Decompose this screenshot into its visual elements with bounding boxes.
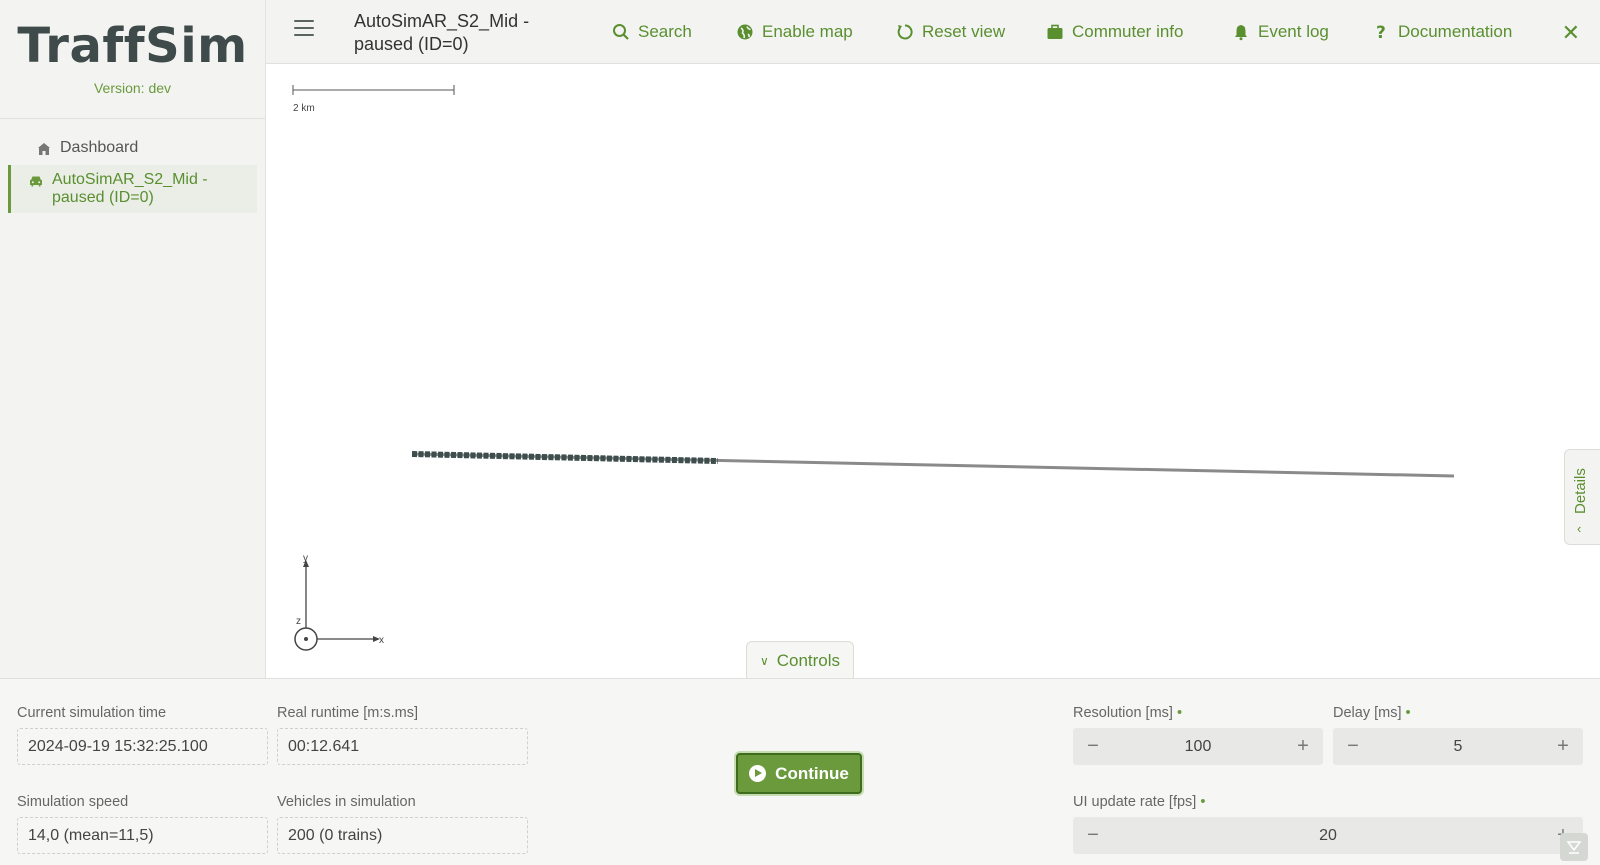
search-label: Search — [638, 22, 692, 41]
sim-speed-field: 14,0 (mean=11,5) — [17, 817, 268, 854]
search-icon — [613, 24, 629, 40]
page-title: AutoSimAR_S2_Mid - paused (ID=0) — [354, 11, 530, 54]
axis-z-label: z — [296, 616, 301, 627]
menu-toggle-icon[interactable] — [294, 20, 314, 42]
axes-indicator: y x z — [294, 553, 384, 651]
sidebar-nav: Dashboard AutoSimAR_S2_Mid - paused (ID=… — [0, 119, 265, 213]
home-icon — [38, 143, 50, 155]
vehicle-queue — [411, 451, 719, 464]
delay-input[interactable]: 5 — [1373, 738, 1543, 756]
required-dot: • — [1200, 794, 1206, 810]
event-log-button[interactable]: Event log — [1232, 22, 1329, 42]
reset-view-label: Reset view — [922, 22, 1006, 41]
real-runtime-label: Real runtime [m:s.ms] — [277, 705, 418, 721]
ui-rate-decrement-button[interactable]: − — [1073, 824, 1113, 847]
resolution-increment-button[interactable]: + — [1283, 735, 1323, 758]
event-log-label: Event log — [1258, 22, 1329, 41]
scale-label: 2 km — [293, 103, 315, 114]
resolution-input[interactable]: 100 — [1113, 738, 1283, 756]
ui-rate-label: UI update rate [fps] • — [1073, 794, 1205, 810]
chevron-left-icon: ‹ — [1577, 521, 1582, 536]
sidebar-item-simulation[interactable]: AutoSimAR_S2_Mid - paused (ID=0) — [8, 165, 257, 213]
resolution-stepper: − 100 + — [1073, 728, 1323, 765]
chevron-down-icon: ∨ — [759, 653, 769, 668]
documentation-label: Documentation — [1398, 22, 1513, 41]
required-dot: • — [1405, 705, 1411, 721]
current-time-label: Current simulation time — [17, 705, 167, 721]
commuter-info-button[interactable]: Commuter info — [1046, 22, 1183, 42]
download-icon[interactable] — [1560, 833, 1588, 861]
svg-text:?: ? — [1376, 23, 1386, 41]
enable-map-button[interactable]: Enable map — [736, 22, 853, 42]
ui-rate-input[interactable]: 20 — [1113, 827, 1543, 845]
search-button[interactable]: Search — [612, 22, 692, 42]
resolution-label-text: Resolution [ms] — [1073, 705, 1173, 721]
vehicles-label: Vehicles in simulation — [277, 794, 416, 810]
sidebar-item-dashboard[interactable]: Dashboard — [8, 133, 257, 163]
details-tab[interactable]: Details ‹ — [1564, 449, 1600, 545]
vehicles-field: 200 (0 trains) — [277, 817, 528, 854]
ui-rate-stepper: − 20 + — [1073, 817, 1583, 854]
resolution-label: Resolution [ms] • — [1073, 705, 1182, 721]
commuter-info-label: Commuter info — [1072, 22, 1184, 41]
delay-increment-button[interactable]: + — [1543, 735, 1583, 758]
documentation-button[interactable]: ? Documentation — [1372, 22, 1512, 42]
reset-view-button[interactable]: Reset view — [896, 22, 1005, 42]
enable-map-label: Enable map — [762, 22, 853, 41]
required-dot: • — [1176, 705, 1183, 721]
continue-label: Continue — [775, 763, 849, 783]
ui-rate-label-text: UI update rate [fps] — [1073, 794, 1197, 810]
sidebar-item-label: Dashboard — [60, 139, 139, 156]
controls-tab-label: Controls — [776, 650, 841, 670]
version-label: Version: dev — [93, 80, 172, 96]
help-icon: ? — [1376, 23, 1386, 41]
axis-y-label: y — [303, 553, 308, 564]
sidebar-item-label: AutoSimAR_S2_Mid - paused (ID=0) — [52, 171, 208, 206]
controls-panel: Current simulation time 2024-09-19 15:32… — [0, 678, 1600, 865]
details-tab-label: Details — [1572, 468, 1589, 514]
current-time-field: 2024-09-19 15:32:25.100 — [17, 728, 268, 765]
car-icon — [30, 176, 42, 187]
briefcase-icon — [1047, 24, 1063, 39]
delay-label: Delay [ms] • — [1333, 705, 1411, 721]
delay-stepper: − 5 + — [1333, 728, 1583, 765]
delay-decrement-button[interactable]: − — [1333, 735, 1373, 758]
controls-tab[interactable]: ∨ Controls — [746, 641, 854, 679]
globe-icon — [737, 24, 753, 40]
map-drawing: 2 km y x z — [292, 85, 1455, 651]
reset-icon — [897, 24, 913, 40]
continue-button[interactable]: Continue — [736, 753, 862, 794]
scale-bar: 2 km — [292, 85, 455, 114]
app-logo[interactable]: TraffSim — [0, 0, 265, 74]
top-bar: AutoSimAR_S2_Mid - paused (ID=0) Search … — [266, 0, 1600, 64]
sim-speed-label: Simulation speed — [17, 794, 129, 810]
real-runtime-field: 00:12.641 — [277, 728, 528, 765]
resolution-decrement-button[interactable]: − — [1073, 735, 1113, 758]
close-icon[interactable]: ✕ — [1562, 20, 1580, 46]
brand: TraffSim Version: dev — [0, 0, 265, 119]
bell-icon — [1235, 25, 1247, 41]
map-canvas[interactable]: 2 km y x z Details ‹ — [266, 64, 1600, 678]
axis-x-label: x — [379, 635, 384, 646]
sidebar: TraffSim Version: dev Dashboard AutoSimA… — [0, 0, 266, 678]
delay-label-text: Delay [ms] — [1333, 705, 1402, 721]
play-icon — [749, 765, 767, 782]
